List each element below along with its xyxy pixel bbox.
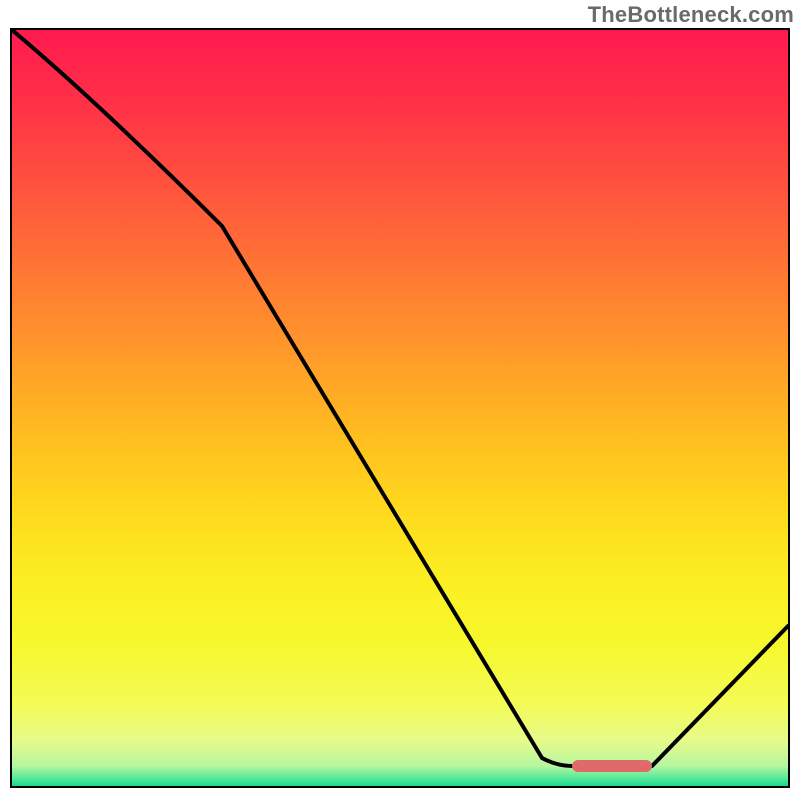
watermark-label: TheBottleneck.com: [588, 2, 794, 28]
chart-gradient-bg: [12, 30, 788, 786]
chart-frame: [10, 28, 790, 788]
gradient-rect: [12, 30, 788, 786]
